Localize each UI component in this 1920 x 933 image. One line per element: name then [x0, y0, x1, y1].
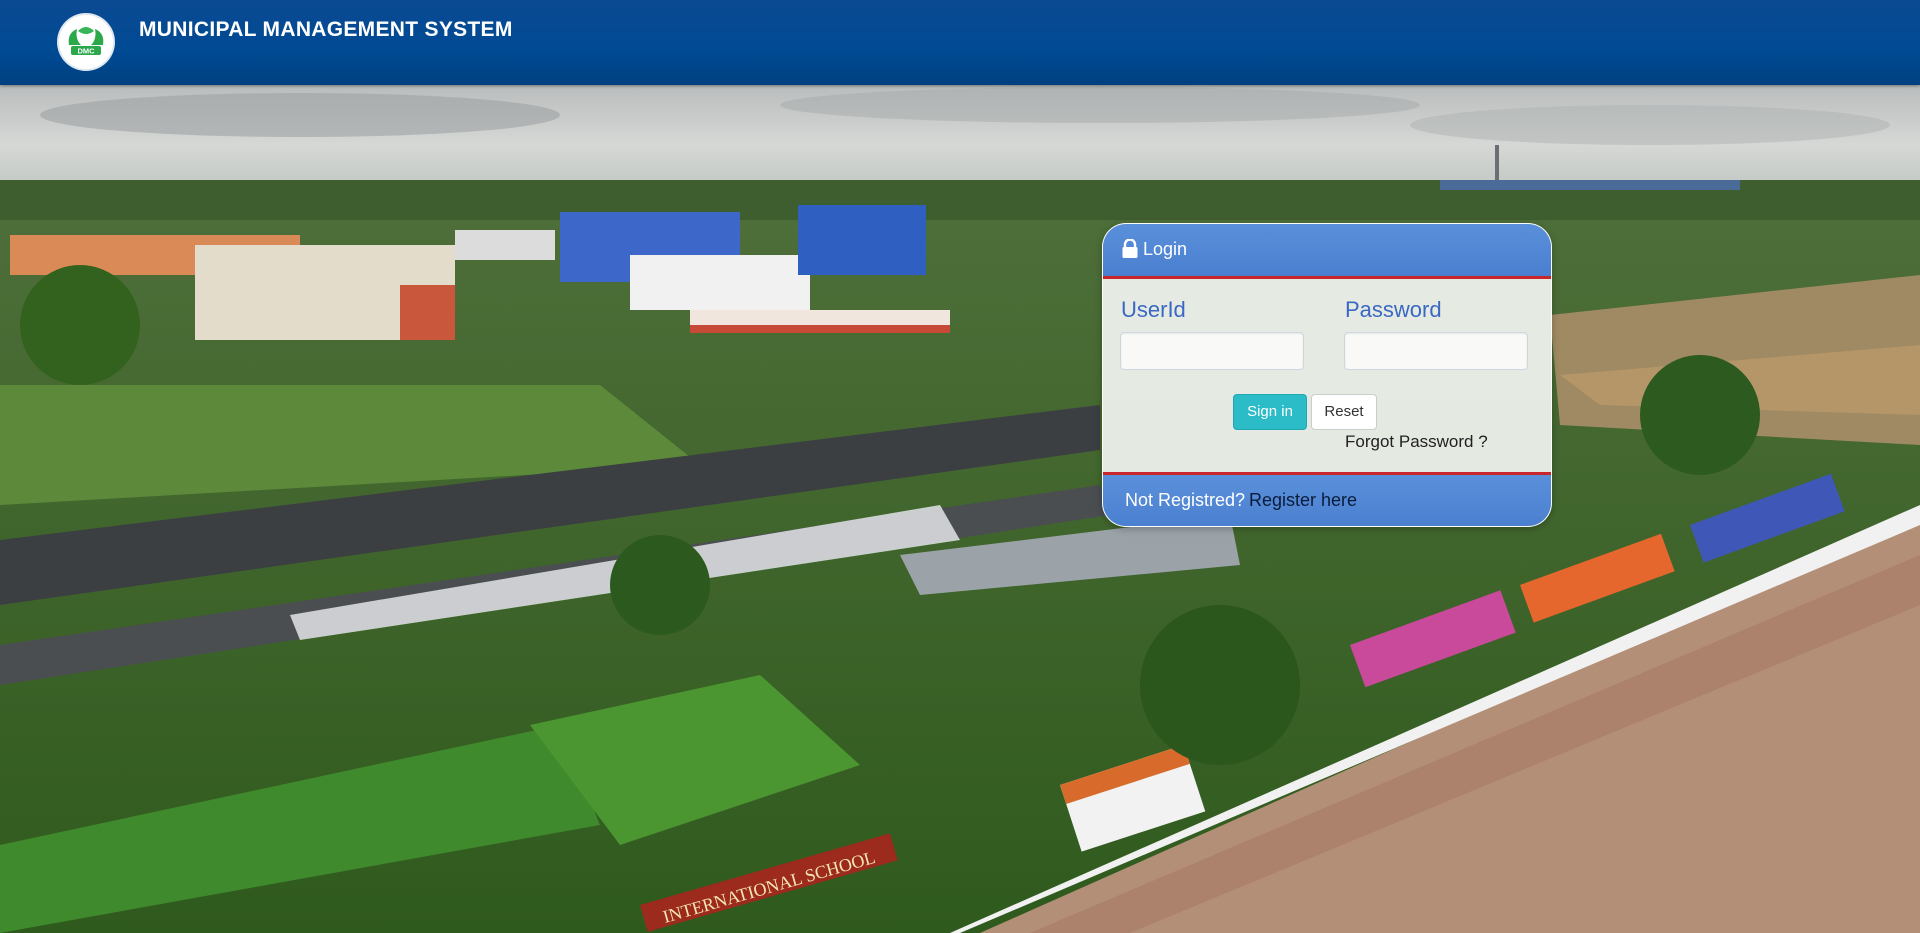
login-card-footer: Not Registred? Register here: [1103, 472, 1551, 526]
reset-button[interactable]: Reset: [1311, 394, 1377, 430]
register-link[interactable]: Register here: [1249, 490, 1357, 511]
login-card: Login UserId Password Sign in Reset Forg…: [1102, 223, 1552, 527]
not-registered-text: Not Registred?: [1125, 490, 1246, 510]
login-card-header: Login: [1103, 224, 1551, 279]
top-header: DMC MUNICIPAL MANAGEMENT SYSTEM: [0, 0, 1920, 85]
forgot-password-link[interactable]: Forgot Password ?: [1345, 432, 1488, 452]
userid-input[interactable]: [1120, 332, 1304, 370]
city-landscape-photo: INTERNATIONAL SCHOOL: [0, 85, 1920, 933]
lock-icon: [1122, 239, 1138, 258]
municipal-logo-icon: DMC: [59, 15, 113, 69]
login-title: Login: [1143, 239, 1188, 259]
password-input[interactable]: [1344, 332, 1528, 370]
logo-text: DMC: [77, 47, 95, 56]
userid-label: UserId: [1121, 297, 1186, 322]
sign-in-button[interactable]: Sign in: [1233, 394, 1307, 430]
password-label: Password: [1345, 297, 1442, 322]
app-title: MUNICIPAL MANAGEMENT SYSTEM: [139, 18, 513, 41]
login-page: INTERNATIONAL SCHOOL DMC MUNICIPAL MANAG…: [0, 0, 1920, 933]
